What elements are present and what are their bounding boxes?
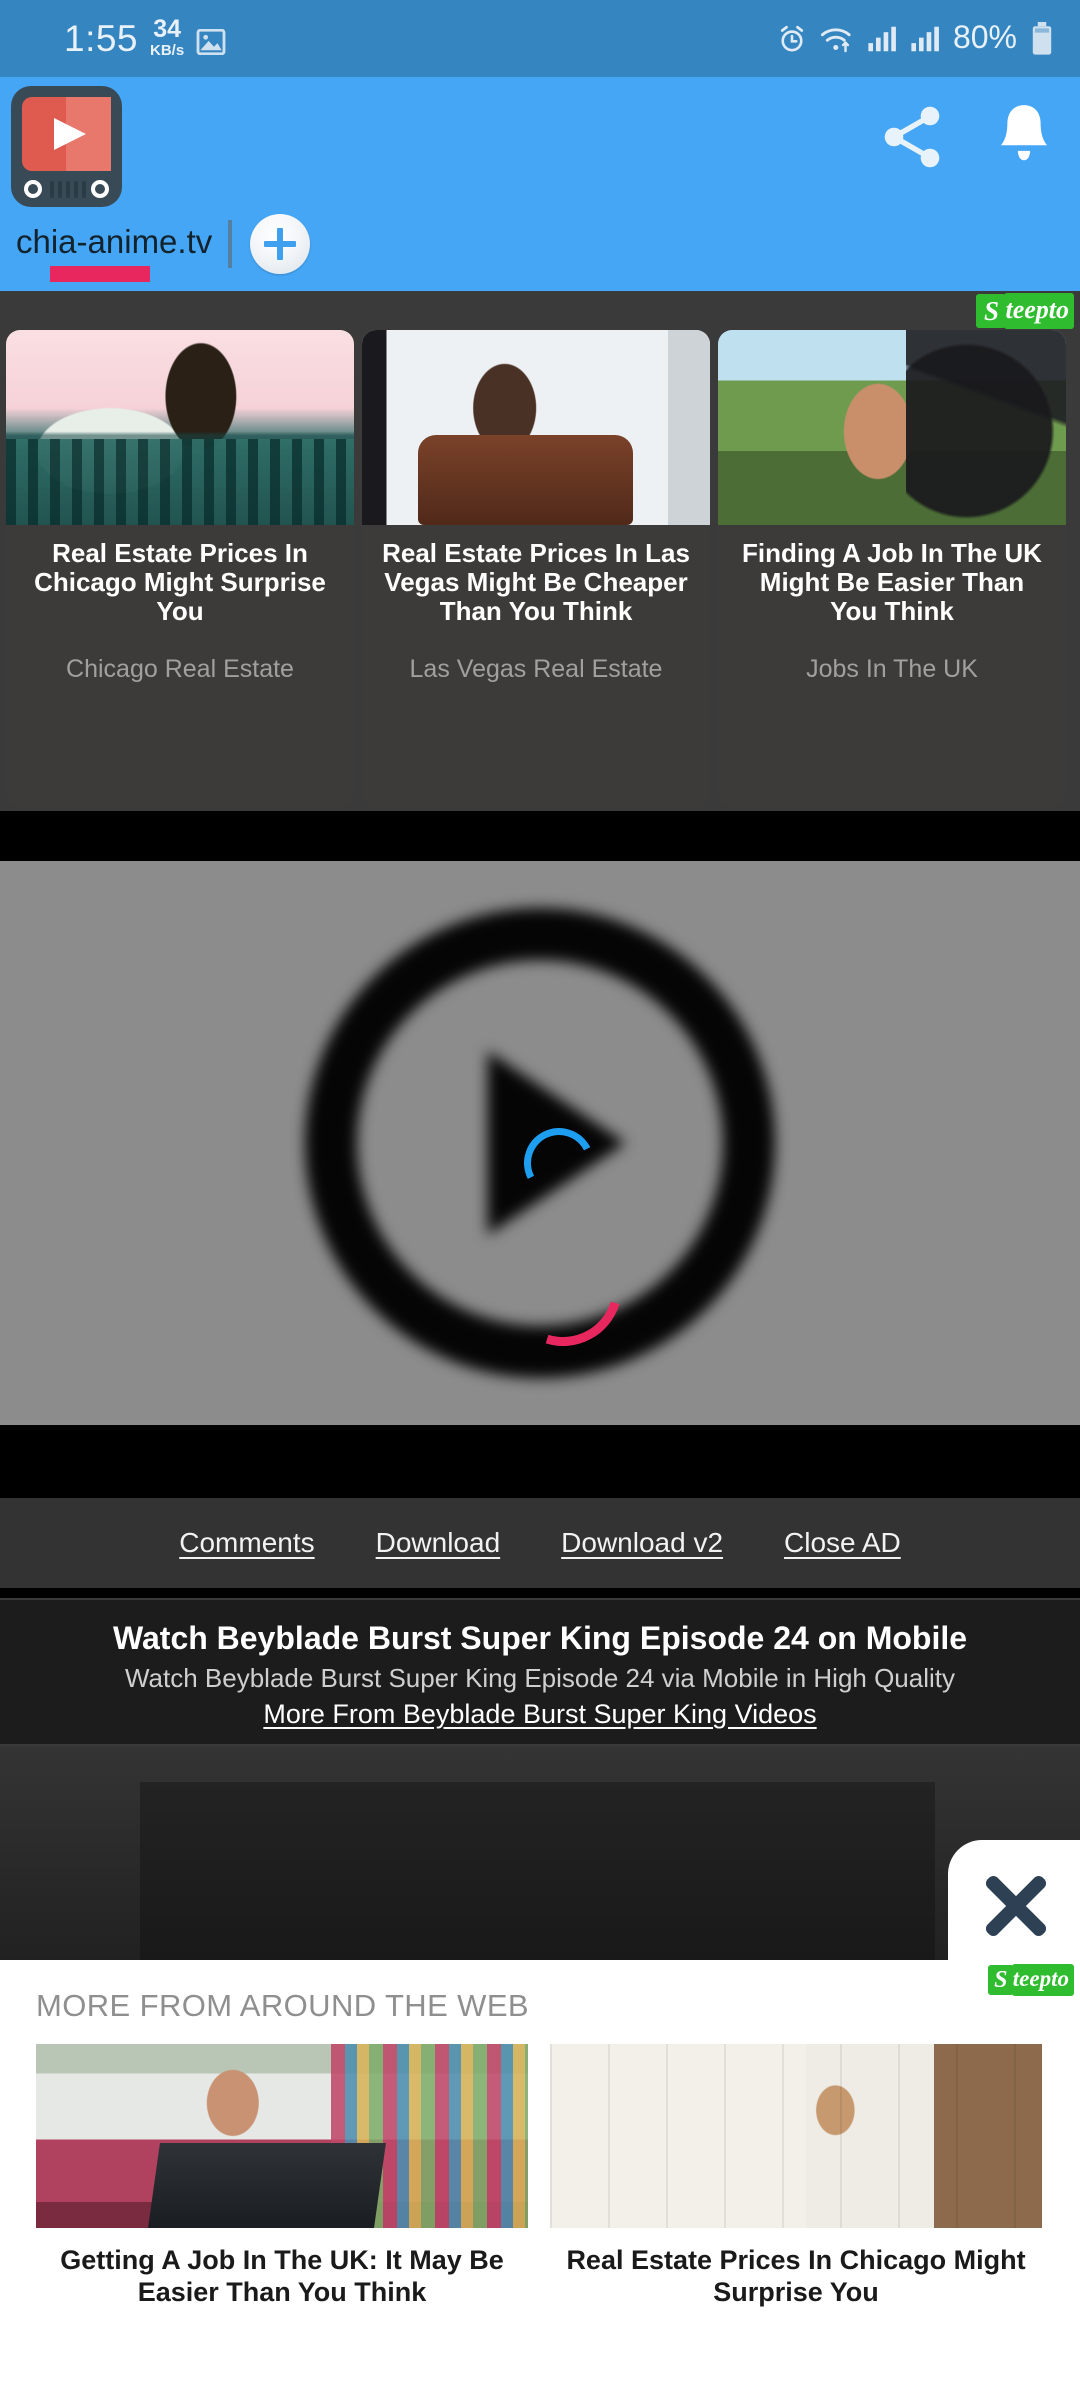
steepto-logo-initial: S bbox=[987, 1965, 1014, 1995]
steepto-logo-top[interactable]: S teepto bbox=[976, 293, 1074, 329]
tab-bar: chia-anime.tv bbox=[0, 205, 1080, 291]
app-header: chia-anime.tv bbox=[0, 77, 1080, 291]
battery-percent-label: 80% bbox=[952, 19, 1017, 55]
new-tab-button[interactable] bbox=[250, 214, 311, 274]
top-ad-brand: Las Vegas Real Estate bbox=[409, 655, 663, 684]
phone-screen: 1:55 34 KB/s 80% chia-anime.tv S teepto … bbox=[0, 0, 1080, 2400]
action-link-bar: Comments Download Download v2 Close AD bbox=[0, 1498, 1080, 1588]
couple-in-kitchen-photo bbox=[550, 2044, 1042, 2228]
page-title: Watch Beyblade Burst Super King Episode … bbox=[112, 1619, 968, 1656]
status-bar: 1:55 34 KB/s 80% bbox=[0, 0, 1080, 77]
comments-link[interactable]: Comments bbox=[179, 1527, 314, 1559]
download-link[interactable]: Download bbox=[376, 1527, 501, 1559]
video-player[interactable] bbox=[0, 861, 1080, 1425]
black-spacer-top bbox=[0, 811, 1080, 861]
bottom-ad-card-list: Getting A Job In The UK: It May Be Easie… bbox=[0, 2024, 1080, 2309]
top-ad-strip: S teepto Real Estate Prices In Chicago M… bbox=[0, 291, 1080, 811]
woman-with-laptop-in-car-photo bbox=[36, 2044, 528, 2228]
top-ad-title: Real Estate Prices In Chicago Might Surp… bbox=[34, 538, 326, 627]
bottom-ad-title: Getting A Job In The UK: It May Be Easie… bbox=[60, 2245, 504, 2308]
page-subtitle: Watch Beyblade Burst Super King Episode … bbox=[124, 1662, 956, 1693]
top-ad-card-list: Real Estate Prices In Chicago Might Surp… bbox=[6, 330, 1066, 807]
top-ad-thumbnail bbox=[6, 330, 354, 525]
top-ad-title: Finding A Job In The UK Might Be Easier … bbox=[742, 538, 1042, 627]
image-icon bbox=[196, 29, 226, 55]
top-ad-card[interactable]: Real Estate Prices In Chicago Might Surp… bbox=[6, 330, 354, 807]
top-ad-brand: Jobs In The UK bbox=[806, 655, 978, 684]
battery-icon bbox=[1032, 21, 1052, 55]
woman-leaning-chicago-skyline-photo bbox=[6, 330, 354, 525]
top-ad-title: Real Estate Prices In Las Vegas Might Be… bbox=[382, 538, 690, 627]
more-videos-link[interactable]: More From Beyblade Burst Super King Vide… bbox=[263, 1699, 816, 1730]
tab-active-indicator bbox=[50, 265, 150, 282]
top-ad-thumbnail bbox=[362, 330, 710, 525]
steepto-logo-bottom[interactable]: S teepto bbox=[987, 1962, 1074, 1998]
bottom-ad-heading: MORE FROM AROUND THE WEB bbox=[36, 1988, 529, 2023]
tab-label: chia-anime.tv bbox=[16, 222, 213, 260]
bottom-ad-thumbnail bbox=[36, 2044, 528, 2228]
share-icon[interactable] bbox=[876, 101, 948, 173]
bell-icon[interactable] bbox=[990, 101, 1058, 173]
alarm-icon bbox=[780, 25, 804, 51]
black-spacer-bottom bbox=[0, 1425, 1080, 1498]
download-v2-link[interactable]: Download v2 bbox=[561, 1527, 723, 1559]
bottom-ad-title: Real Estate Prices In Chicago Might Surp… bbox=[566, 2245, 1026, 2308]
bottom-ad-card[interactable]: Real Estate Prices In Chicago Might Surp… bbox=[550, 2044, 1042, 2309]
network-speed-indicator: 34 KB/s bbox=[150, 15, 185, 59]
steepto-logo-word: teepto bbox=[1011, 1963, 1074, 1997]
steepto-logo-word: teepto bbox=[1004, 293, 1074, 329]
bottom-ad-header: MORE FROM AROUND THE WEB S teepto bbox=[0, 1960, 1080, 2024]
status-bar-right: 80% bbox=[777, 19, 1054, 57]
top-ad-brand: Chicago Real Estate bbox=[66, 655, 294, 684]
top-ad-card[interactable]: Finding A Job In The UK Might Be Easier … bbox=[718, 330, 1066, 807]
status-bar-left: 1:55 34 KB/s bbox=[64, 15, 226, 59]
signal-bars-2-icon bbox=[911, 26, 939, 51]
close-ad-button[interactable] bbox=[948, 1840, 1080, 1972]
close-icon bbox=[977, 1869, 1051, 1943]
network-speed-unit: KB/s bbox=[150, 42, 185, 59]
wifi-icon bbox=[820, 27, 851, 52]
top-ad-thumbnail bbox=[718, 330, 1066, 525]
woman-driving-car-photo bbox=[718, 330, 1066, 525]
network-speed-value: 34 bbox=[153, 15, 182, 43]
bottom-ad-card[interactable]: Getting A Job In The UK: It May Be Easie… bbox=[36, 2044, 528, 2309]
video-player-app-icon[interactable] bbox=[8, 84, 125, 209]
bottom-ad-overlay: MORE FROM AROUND THE WEB S teepto Gettin… bbox=[0, 1840, 1080, 2400]
steepto-logo-initial: S bbox=[976, 294, 1007, 328]
tab-chia-anime[interactable]: chia-anime.tv bbox=[16, 222, 222, 282]
top-ad-card[interactable]: Real Estate Prices In Las Vegas Might Be… bbox=[362, 330, 710, 807]
app-header-actions bbox=[876, 101, 1058, 173]
status-clock: 1:55 bbox=[64, 18, 139, 59]
tab-separator bbox=[228, 220, 233, 268]
plus-icon bbox=[264, 228, 297, 260]
woman-in-leather-armchair-photo bbox=[362, 330, 710, 525]
episode-title-card: Watch Beyblade Burst Super King Episode … bbox=[0, 1598, 1080, 1746]
bottom-ad-thumbnail bbox=[550, 2044, 1042, 2228]
close-ad-link[interactable]: Close AD bbox=[784, 1527, 901, 1559]
signal-bars-icon bbox=[868, 26, 896, 51]
